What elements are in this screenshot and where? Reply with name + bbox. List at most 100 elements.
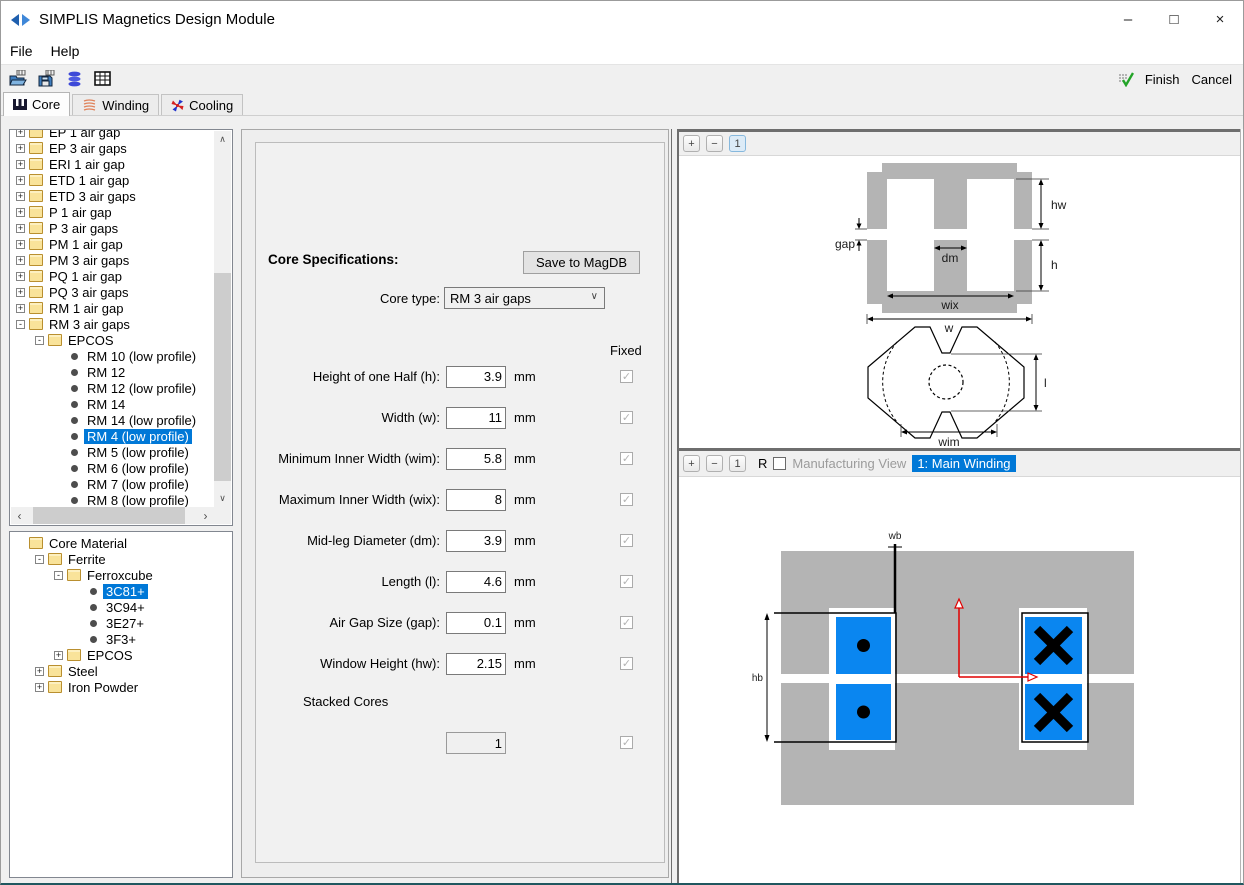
- spec-input[interactable]: [446, 612, 506, 634]
- tree-item[interactable]: 3C94+: [11, 599, 231, 615]
- tree-item[interactable]: Ferroxcube: [11, 567, 231, 583]
- finish-check-icon[interactable]: [1117, 70, 1136, 88]
- scroll-left-icon[interactable]: [11, 507, 28, 524]
- zoom-out-button[interactable]: −: [706, 135, 723, 152]
- menu-file[interactable]: File: [1, 38, 42, 64]
- expander-icon[interactable]: [35, 683, 44, 692]
- expander-icon[interactable]: [16, 192, 25, 201]
- scroll-down-icon[interactable]: [214, 490, 231, 507]
- save-to-magdb-button[interactable]: Save to MagDB: [523, 251, 640, 274]
- spec-input[interactable]: [446, 489, 506, 511]
- tree-item[interactable]: RM 7 (low profile): [11, 476, 214, 492]
- tree-item[interactable]: Steel: [11, 663, 231, 679]
- fixed-checkbox[interactable]: [620, 370, 633, 383]
- expander-icon[interactable]: [16, 304, 25, 313]
- tree-item[interactable]: RM 10 (low profile): [11, 348, 214, 364]
- tree-item[interactable]: ERI 1 air gap: [11, 156, 214, 172]
- tab-winding[interactable]: Winding: [72, 94, 159, 115]
- horizontal-scrollbar[interactable]: [11, 507, 214, 524]
- tree-item[interactable]: Ferrite: [11, 551, 231, 567]
- tab-core[interactable]: Core: [3, 92, 70, 116]
- tree-item[interactable]: RM 12 (low profile): [11, 380, 214, 396]
- tree-item[interactable]: Iron Powder: [11, 679, 231, 695]
- expander-icon[interactable]: [16, 130, 25, 137]
- fixed-checkbox[interactable]: [620, 493, 633, 506]
- fixed-checkbox[interactable]: [620, 452, 633, 465]
- zoom-in-button[interactable]: +: [683, 135, 700, 152]
- expander-icon[interactable]: [16, 320, 25, 329]
- spec-input[interactable]: [446, 448, 506, 470]
- expander-icon[interactable]: [16, 224, 25, 233]
- tab-cooling[interactable]: Cooling: [161, 94, 243, 115]
- save-design-icon[interactable]: [37, 70, 56, 88]
- fixed-checkbox[interactable]: [620, 657, 633, 670]
- expander-icon[interactable]: [16, 288, 25, 297]
- spec-input[interactable]: [446, 530, 506, 552]
- spec-input[interactable]: [446, 366, 506, 388]
- minimize-button[interactable]: –: [1105, 1, 1151, 38]
- spec-input[interactable]: [446, 571, 506, 593]
- expander-icon[interactable]: [16, 208, 25, 217]
- fixed-checkbox[interactable]: [620, 411, 633, 424]
- tree-item[interactable]: RM 4 (low profile): [11, 428, 214, 444]
- scroll-right-icon[interactable]: [197, 507, 214, 524]
- spec-input[interactable]: [446, 653, 506, 675]
- scrollbar-thumb[interactable]: [33, 507, 185, 524]
- tree-item[interactable]: RM 14 (low profile): [11, 412, 214, 428]
- tree-item[interactable]: RM 3 air gaps: [11, 316, 214, 332]
- maximize-button[interactable]: □: [1151, 1, 1197, 38]
- expander-icon[interactable]: [16, 272, 25, 281]
- stacked-fixed-checkbox[interactable]: [620, 736, 633, 749]
- fixed-checkbox[interactable]: [620, 575, 633, 588]
- zoom-reset-button[interactable]: 1: [729, 455, 746, 472]
- zoom-reset-button[interactable]: 1: [729, 135, 746, 152]
- scrollbar-thumb[interactable]: [214, 273, 231, 481]
- spec-input[interactable]: [446, 407, 506, 429]
- tree-item[interactable]: RM 1 air gap: [11, 300, 214, 316]
- tree-item[interactable]: EPCOS: [11, 647, 231, 663]
- fixed-checkbox[interactable]: [620, 616, 633, 629]
- tree-item[interactable]: P 1 air gap: [11, 204, 214, 220]
- zoom-out-button[interactable]: −: [706, 455, 723, 472]
- scroll-up-icon[interactable]: [214, 131, 231, 148]
- tree-item[interactable]: P 3 air gaps: [11, 220, 214, 236]
- tree-item[interactable]: 3E27+: [11, 615, 231, 631]
- tree-item[interactable]: RM 14: [11, 396, 214, 412]
- expander-icon[interactable]: [35, 667, 44, 676]
- tree-item[interactable]: PM 1 air gap: [11, 236, 214, 252]
- expander-icon[interactable]: [35, 336, 44, 345]
- tree-item[interactable]: PQ 3 air gaps: [11, 284, 214, 300]
- cancel-button[interactable]: Cancel: [1189, 72, 1235, 87]
- expander-icon[interactable]: [35, 555, 44, 564]
- expander-icon[interactable]: [16, 176, 25, 185]
- stacked-cores-input[interactable]: [446, 732, 506, 754]
- tree-item[interactable]: PM 3 air gaps: [11, 252, 214, 268]
- tree-item[interactable]: EPCOS: [11, 332, 214, 348]
- fixed-checkbox[interactable]: [620, 534, 633, 547]
- core-type-dropdown[interactable]: RM 3 air gaps ∨: [444, 287, 605, 309]
- tree-item[interactable]: RM 12: [11, 364, 214, 380]
- tree-item[interactable]: RM 5 (low profile): [11, 444, 214, 460]
- database-icon[interactable]: [65, 70, 84, 88]
- tree-item[interactable]: Core Material: [11, 535, 231, 551]
- tree-item[interactable]: RM 6 (low profile): [11, 460, 214, 476]
- tree-item[interactable]: EP 1 air gap: [11, 130, 214, 140]
- expander-icon[interactable]: [16, 144, 25, 153]
- menu-help[interactable]: Help: [42, 38, 89, 64]
- manufacturing-view-checkbox[interactable]: [773, 457, 786, 470]
- tree-item[interactable]: 3F3+: [11, 631, 231, 647]
- close-button[interactable]: ×: [1197, 1, 1243, 38]
- tree-item[interactable]: ETD 1 air gap: [11, 172, 214, 188]
- finish-button[interactable]: Finish: [1142, 72, 1183, 87]
- tree-item[interactable]: ETD 3 air gaps: [11, 188, 214, 204]
- winding-selector[interactable]: 1: Main Winding: [912, 455, 1015, 472]
- open-design-icon[interactable]: [9, 70, 28, 88]
- tree-item[interactable]: EP 3 air gaps: [11, 140, 214, 156]
- vertical-scrollbar[interactable]: [214, 131, 231, 507]
- expander-icon[interactable]: [16, 160, 25, 169]
- table-icon[interactable]: [93, 70, 112, 88]
- expander-icon[interactable]: [16, 240, 25, 249]
- tree-item[interactable]: 3C81+: [11, 583, 231, 599]
- tree-item[interactable]: PQ 1 air gap: [11, 268, 214, 284]
- expander-icon[interactable]: [54, 571, 63, 580]
